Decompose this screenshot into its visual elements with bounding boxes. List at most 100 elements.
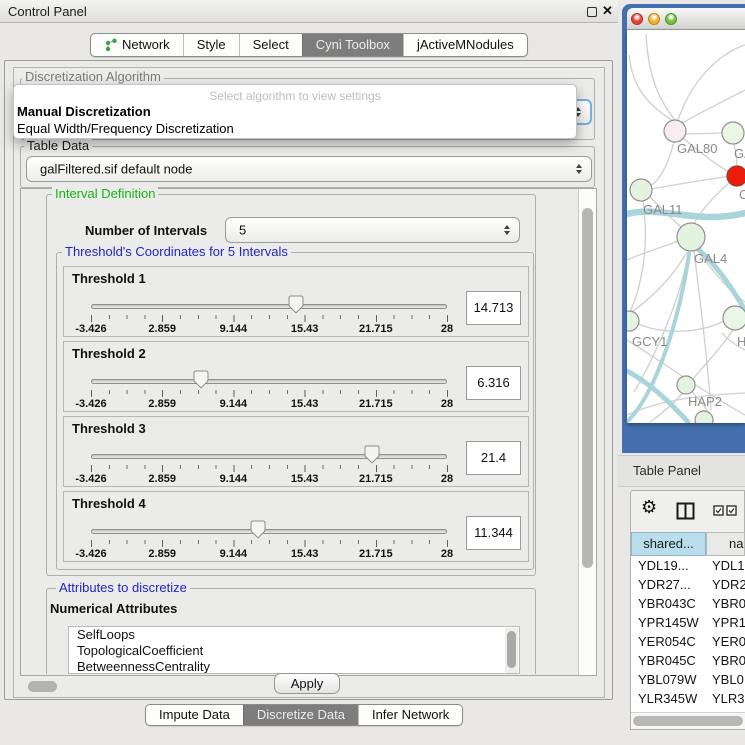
number-of-intervals-value: 5 [239, 223, 246, 238]
cell[interactable]: YDR27... [638, 575, 691, 594]
threshold-value-field[interactable]: 14.713 [466, 291, 521, 325]
tab-label: Impute Data [159, 705, 230, 725]
list-scrollbar[interactable] [505, 628, 518, 674]
dropdown-option-manual-discretization[interactable]: Manual Discretization [17, 104, 562, 119]
cell[interactable]: YBL079W [638, 670, 697, 689]
table-row[interactable]: YBR043C YBR0 [631, 594, 745, 613]
cell[interactable]: YPR145W [638, 613, 699, 632]
gear-icon[interactable]: ⚙ [641, 496, 657, 518]
cell[interactable]: YLR3 [712, 689, 745, 708]
table-data-combo[interactable]: galFiltered.sif default node [26, 156, 592, 182]
horizontal-scrollbar-thumb[interactable] [28, 681, 57, 692]
cell[interactable]: YBR0 [712, 594, 745, 613]
table-row[interactable]: YBR045C YBR0 [631, 651, 745, 670]
apply-button[interactable]: Apply [274, 673, 340, 694]
threshold-slider-handle[interactable] [250, 520, 266, 539]
cell[interactable]: YER0 [712, 632, 745, 651]
number-of-intervals-spinner[interactable]: 5 [225, 217, 520, 243]
tab-cyni-toolbox[interactable]: Cyni Toolbox [302, 34, 403, 56]
tab-network[interactable]: Network [91, 34, 183, 56]
threshold-label: Threshold 2 [72, 346, 146, 361]
column-header-name[interactable]: na [706, 532, 745, 556]
tab-impute-data[interactable]: Impute Data [146, 705, 243, 725]
cell[interactable]: YBR045C [638, 651, 696, 670]
list-item[interactable]: SelfLoops [69, 627, 519, 643]
network-canvas[interactable]: GAL80 GA GAL11 C GAL4 GCY1 H HAP2 [627, 30, 745, 423]
close-traffic-light-icon[interactable] [631, 13, 643, 25]
network-graph: GAL80 GA GAL11 C GAL4 GCY1 H HAP2 [627, 30, 745, 423]
threshold-slider-handle[interactable] [364, 445, 380, 464]
cell[interactable]: YDL19... [638, 556, 689, 575]
table-horizontal-scrollbar[interactable] [631, 712, 745, 729]
column-header-shared-name[interactable]: shared... [631, 532, 706, 556]
node-hap2[interactable] [677, 376, 695, 394]
list-item[interactable]: BetweennessCentrality [69, 659, 519, 674]
threshold-slider-track[interactable] [91, 529, 447, 534]
slider-major-ticks [91, 540, 449, 547]
node-selected-red[interactable] [727, 166, 745, 186]
tab-discretize-data[interactable]: Discretize Data [243, 705, 358, 725]
table-row[interactable]: YDR27... YDR2 [631, 575, 745, 594]
list-item[interactable]: TopologicalCoefficient [69, 643, 519, 659]
tab-label: Network [122, 34, 170, 56]
cell[interactable]: YBR043C [638, 594, 696, 613]
tab-infer-network[interactable]: Infer Network [358, 705, 462, 725]
threshold-slider-handle[interactable] [288, 295, 304, 314]
top-tab-bar: Network Style Select Cyni Toolbox jActiv… [90, 33, 528, 57]
node-bottom[interactable] [695, 411, 713, 423]
scale-label: 2.859 [148, 323, 176, 335]
cell[interactable]: YPR1 [712, 613, 745, 632]
tab-jactivemnodules[interactable]: jActiveMNodules [403, 34, 527, 56]
slider-major-ticks [91, 390, 449, 397]
threshold-row-4: Threshold 4 -3.426 2.859 9.144 15.43 21.… [63, 491, 529, 562]
table-row[interactable]: YBL079W YBL0 [631, 670, 745, 689]
cell[interactable]: YER054C [638, 632, 696, 651]
scale-label: 28 [441, 398, 453, 410]
threshold-slider-track[interactable] [91, 454, 447, 459]
node-label: GAL11 [643, 202, 683, 217]
scrollbar-thumb[interactable] [582, 208, 593, 568]
float-window-icon[interactable] [587, 7, 597, 17]
tab-style[interactable]: Style [183, 34, 239, 56]
node-gcy1[interactable] [627, 311, 639, 331]
node-right[interactable] [723, 306, 745, 330]
checkbox-icon[interactable] [713, 505, 724, 516]
split-columns-icon[interactable] [676, 502, 695, 521]
minimize-traffic-light-icon[interactable] [648, 13, 660, 25]
cell[interactable]: YLR345W [638, 689, 697, 708]
tab-select[interactable]: Select [239, 34, 302, 56]
group-label-interval-definition: Interval Definition [52, 187, 158, 201]
table-row[interactable]: YLR345W YLR3 [631, 689, 745, 708]
scale-label: -3.426 [75, 398, 106, 410]
threshold-slider-handle[interactable] [193, 370, 209, 389]
table-data-value: galFiltered.sif default node [40, 162, 192, 177]
scale-label: 2.859 [148, 473, 176, 485]
cell[interactable]: YDL1 [712, 556, 745, 575]
zoom-traffic-light-icon[interactable] [665, 13, 677, 25]
threshold-value-field[interactable]: 21.4 [466, 441, 521, 475]
cell[interactable]: YBR0 [712, 651, 745, 670]
group-label-attributes: Attributes to discretize [56, 581, 190, 595]
threshold-value-field[interactable]: 6.316 [466, 366, 521, 400]
network-window-titlebar[interactable] [627, 8, 745, 30]
threshold-value-field[interactable]: 11.344 [466, 516, 521, 550]
cell[interactable]: YBL0 [712, 670, 744, 689]
checkbox-icon[interactable] [726, 505, 737, 516]
node-top-right[interactable] [722, 122, 744, 144]
close-icon[interactable]: ✕ [602, 3, 613, 19]
threshold-slider-track[interactable] [91, 304, 447, 309]
dropdown-option-equal-width-frequency[interactable]: Equal Width/Frequency Discretization [17, 121, 562, 136]
threshold-slider-track[interactable] [91, 379, 447, 384]
table-row[interactable]: YDL19... YDL1 [631, 556, 745, 575]
threshold-row-3: Threshold 3 -3.426 2.859 9.144 15.43 21.… [63, 416, 529, 487]
vertical-scrollbar[interactable] [578, 189, 596, 675]
node-gal11[interactable] [630, 179, 652, 201]
cell[interactable]: YDR2 [712, 575, 745, 594]
node-gal4[interactable] [677, 223, 705, 251]
table-row[interactable]: YPR145W YPR1 [631, 613, 745, 632]
node-gal80[interactable] [664, 120, 686, 142]
scrollbar-thumb[interactable] [633, 716, 743, 726]
group-label-table-data: Table Data [24, 139, 92, 153]
scrollbar-thumb[interactable] [507, 631, 516, 668]
table-row[interactable]: YER054C YER0 [631, 632, 745, 651]
